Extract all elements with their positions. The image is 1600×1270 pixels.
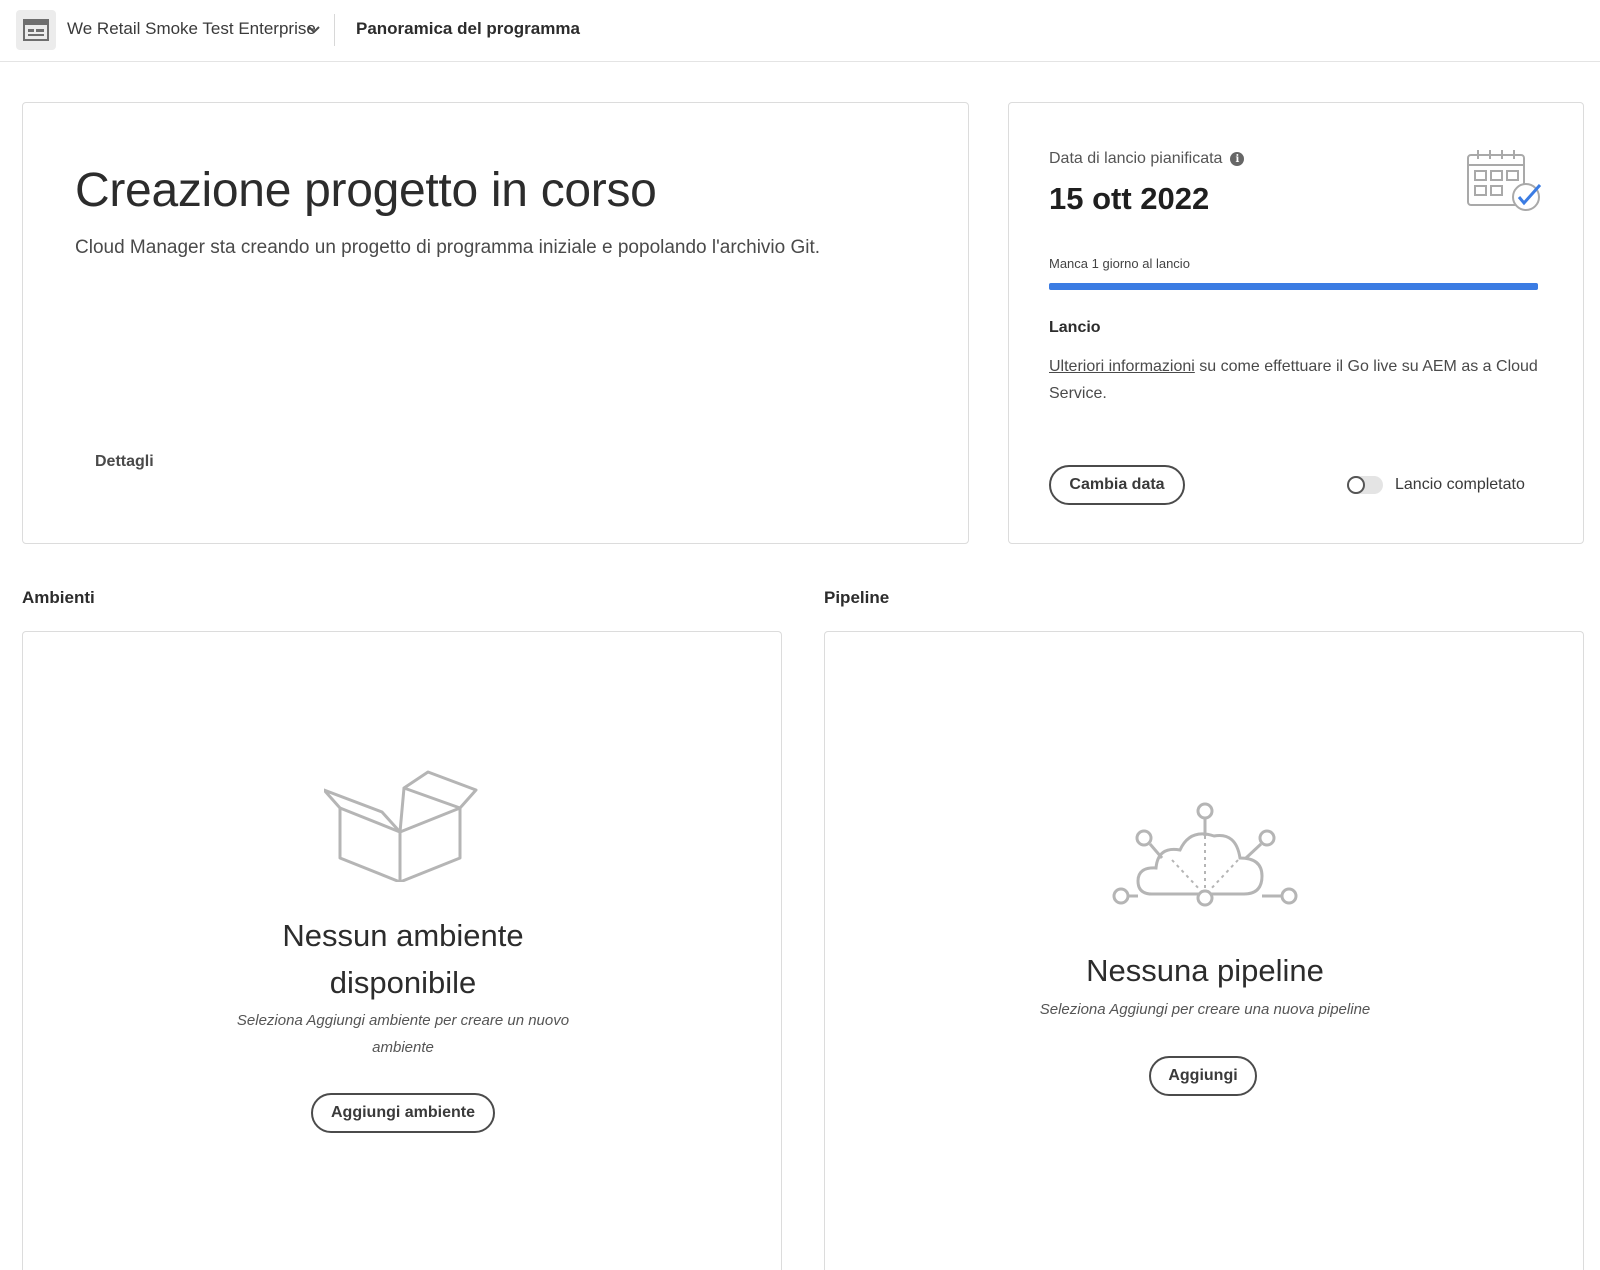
launch-date-label-text: Data di lancio pianificata: [1049, 150, 1223, 167]
info-icon[interactable]: i: [1230, 152, 1245, 166]
chevron-down-icon[interactable]: [306, 22, 322, 38]
launch-date-card: Data di lancio pianificata i 15 ott 2022…: [1008, 102, 1584, 544]
top-bar: We Retail Smoke Test Enterprise Panorami…: [0, 0, 1600, 62]
hero-title: Creazione progetto in corso: [75, 164, 657, 217]
calendar-check-icon: [1467, 150, 1542, 211]
cloud-network-icon: [1112, 802, 1298, 907]
launch-heading: Lancio: [1049, 319, 1101, 336]
launch-date-label: Data di lancio pianificata i: [1049, 150, 1245, 168]
pipelines-section-title: Pipeline: [824, 588, 890, 607]
no-pipelines-description: Seleziona Aggiungi per creare una nuova …: [1039, 1001, 1371, 1018]
header-divider: [334, 14, 335, 46]
launch-progress-bar: [1049, 283, 1538, 290]
change-date-button[interactable]: Cambia data: [1049, 465, 1185, 505]
empty-box-icon: [324, 770, 478, 882]
program-icon[interactable]: [16, 10, 56, 50]
launch-info-text: Ulteriori informazioni su come effettuar…: [1049, 353, 1539, 407]
program-switcher[interactable]: We Retail Smoke Test Enterprise: [67, 19, 316, 39]
pipelines-card: Nessuna pipeline Seleziona Aggiungi per …: [824, 631, 1584, 1270]
launch-date-value: 15 ott 2022: [1049, 181, 1210, 216]
launch-completed-label: Lancio completato: [1395, 476, 1525, 493]
hero-description: Cloud Manager sta creando un progetto di…: [75, 237, 821, 258]
launch-progress-fill: [1049, 283, 1538, 290]
no-environments-desc-line2: ambiente: [372, 1039, 434, 1056]
no-environments-title-line2: disponibile: [329, 965, 477, 1000]
no-pipelines-title: Nessuna pipeline: [1086, 953, 1324, 988]
environments-card: Nessun ambiente disponibile Seleziona Ag…: [22, 631, 782, 1270]
no-environments-desc-line1: Seleziona Aggiungi ambiente per creare u…: [236, 1012, 570, 1029]
toggle-knob: [1347, 476, 1365, 494]
add-pipeline-button[interactable]: Aggiungi: [1149, 1056, 1257, 1096]
add-environment-button[interactable]: Aggiungi ambiente: [311, 1093, 495, 1133]
launch-completed-toggle[interactable]: [1347, 476, 1383, 494]
environments-section-title: Ambienti: [22, 588, 95, 607]
no-environments-title-line1: Nessun ambiente: [282, 918, 524, 953]
page-title: Panoramica del programma: [356, 19, 580, 38]
no-environments-title: Nessun ambiente disponibile: [23, 912, 783, 1006]
details-link[interactable]: Dettagli: [95, 453, 154, 471]
launch-countdown: Manca 1 giorno al lancio: [1049, 256, 1190, 271]
project-status-card: Creazione progetto in corso Cloud Manage…: [22, 102, 969, 544]
more-info-link[interactable]: Ulteriori informazioni: [1049, 358, 1195, 375]
no-environments-description: Seleziona Aggiungi ambiente per creare u…: [23, 1007, 783, 1061]
